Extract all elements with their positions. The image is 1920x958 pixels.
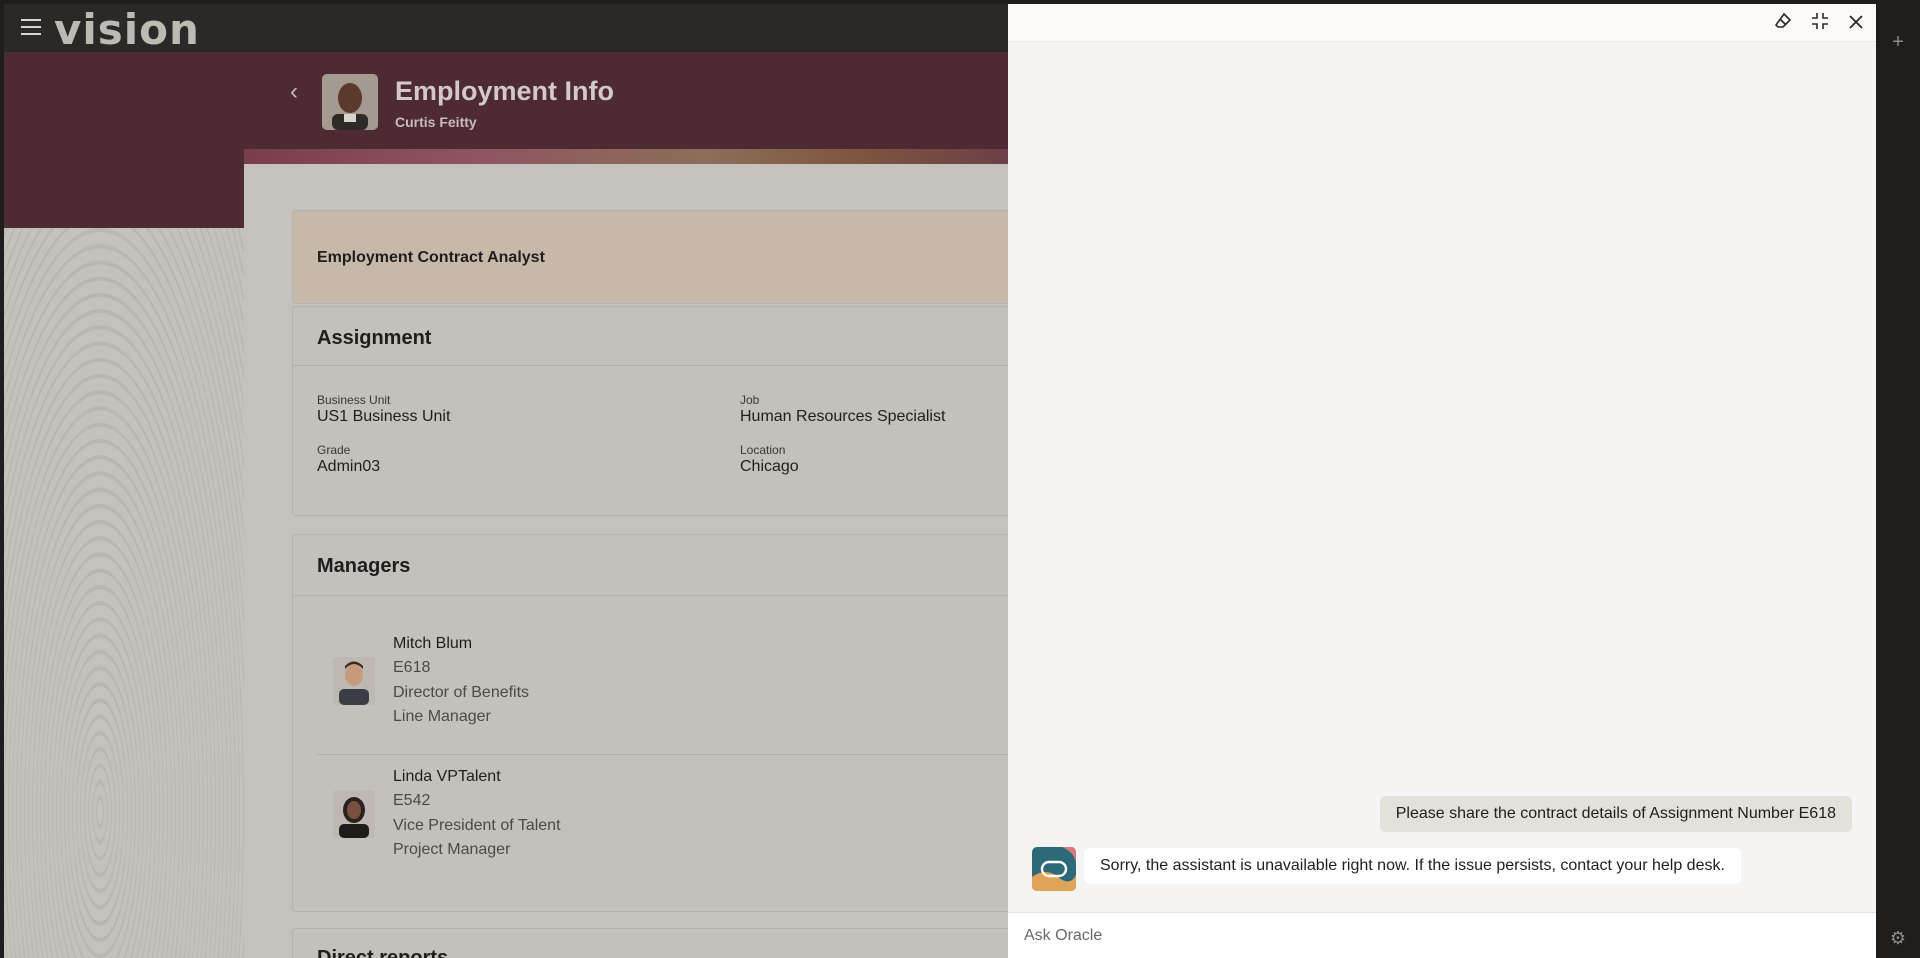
divider: [293, 365, 1008, 366]
manager-avatar: [333, 657, 375, 705]
page-title: Employment Info: [395, 76, 615, 106]
decorative-background: [4, 228, 244, 958]
eraser-icon[interactable]: [1771, 12, 1795, 36]
ask-oracle-input[interactable]: [1024, 921, 1854, 951]
assignment-card: Assignment Business Unit US1 Business Un…: [292, 306, 1008, 516]
close-icon[interactable]: [1844, 12, 1868, 36]
employee-avatar: [322, 74, 378, 130]
job-value: Human Resources Specialist: [740, 408, 946, 425]
back-icon[interactable]: ‹: [290, 80, 310, 104]
hamburger-menu-icon[interactable]: [21, 19, 41, 35]
assistant-panel-header: [1008, 4, 1876, 42]
manager-name[interactable]: Linda VPTalent: [393, 768, 501, 786]
divider: [317, 754, 1008, 755]
manager-avatar: [333, 790, 375, 838]
plus-icon[interactable]: +: [1888, 32, 1908, 52]
oracle-assistant-avatar: [1032, 847, 1076, 891]
direct-reports-card: Direct reports: [292, 928, 1008, 958]
app-logo: vision: [54, 5, 200, 54]
manager-id: E618: [393, 659, 431, 676]
direct-reports-title: Direct reports: [317, 947, 449, 958]
job-title: Employment Contract Analyst: [317, 249, 545, 266]
main-content: Employment Contract Analyst Assignment B…: [244, 164, 1008, 958]
collapse-icon[interactable]: [1808, 12, 1832, 36]
job-card: Employment Contract Analyst: [292, 210, 1008, 304]
side-rail: + ⚙: [1876, 0, 1920, 958]
job-label: Job: [740, 393, 760, 407]
location-label: Location: [740, 443, 786, 457]
grade-label: Grade: [317, 443, 351, 457]
assistant-message: Sorry, the assistant is unavailable righ…: [1084, 848, 1741, 884]
managers-card: Managers Mitch Blum E618 Director of Ben…: [292, 534, 1008, 912]
manager-type: Project Manager: [393, 841, 511, 858]
user-message: Please share the contract details of Ass…: [1379, 796, 1852, 832]
assignment-title: Assignment: [317, 327, 432, 349]
grade-value: Admin03: [317, 458, 381, 475]
managers-title: Managers: [317, 555, 411, 577]
manager-title: Vice President of Talent: [393, 817, 561, 834]
employee-name: Curtis Feitty: [395, 114, 477, 130]
assistant-panel: Please share the contract details of Ass…: [1008, 4, 1876, 958]
manager-type: Line Manager: [393, 708, 491, 725]
business-unit-label: Business Unit: [317, 393, 391, 407]
app-area: vision ‹ Employment Info Curtis Feitty E…: [4, 4, 1008, 958]
manager-id: E542: [393, 792, 431, 809]
location-value: Chicago: [740, 458, 799, 475]
gear-icon[interactable]: ⚙: [1888, 928, 1908, 948]
decorative-banner: [244, 149, 1008, 165]
business-unit-value: US1 Business Unit: [317, 408, 451, 425]
manager-name[interactable]: Mitch Blum: [393, 635, 472, 653]
divider: [293, 595, 1008, 596]
ask-oracle-box: [1008, 912, 1876, 958]
top-bar: vision: [4, 4, 1008, 52]
manager-title: Director of Benefits: [393, 684, 530, 701]
